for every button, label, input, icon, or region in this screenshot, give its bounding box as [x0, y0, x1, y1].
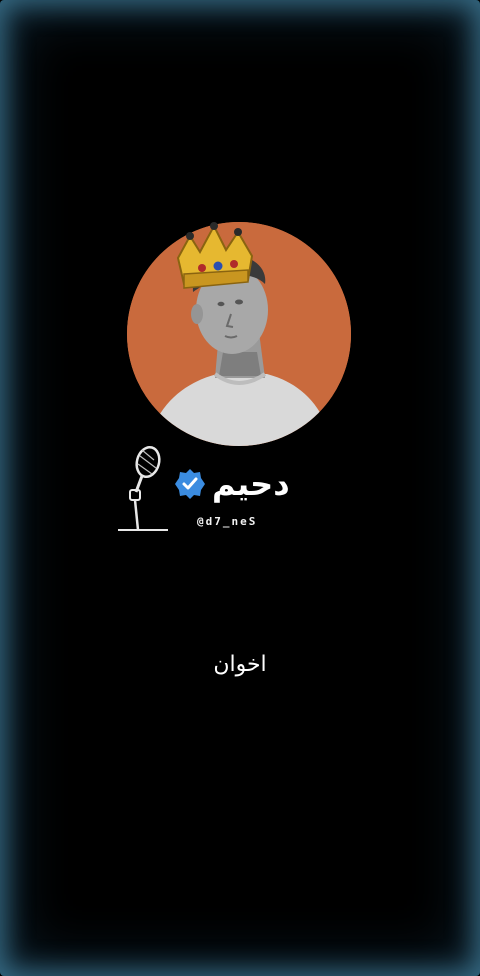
profile-handle: @d7_neS — [197, 515, 258, 528]
story-caption: اخوان — [213, 652, 267, 677]
microphone-icon — [118, 445, 168, 531]
story-screen: دحيم @d7_neS اخوان — [0, 0, 480, 976]
verified-badge-icon — [175, 469, 205, 499]
profile-display-name: دحيم — [212, 465, 290, 503]
profile-name-row: دحيم — [174, 458, 324, 510]
crown-icon — [176, 222, 254, 289]
